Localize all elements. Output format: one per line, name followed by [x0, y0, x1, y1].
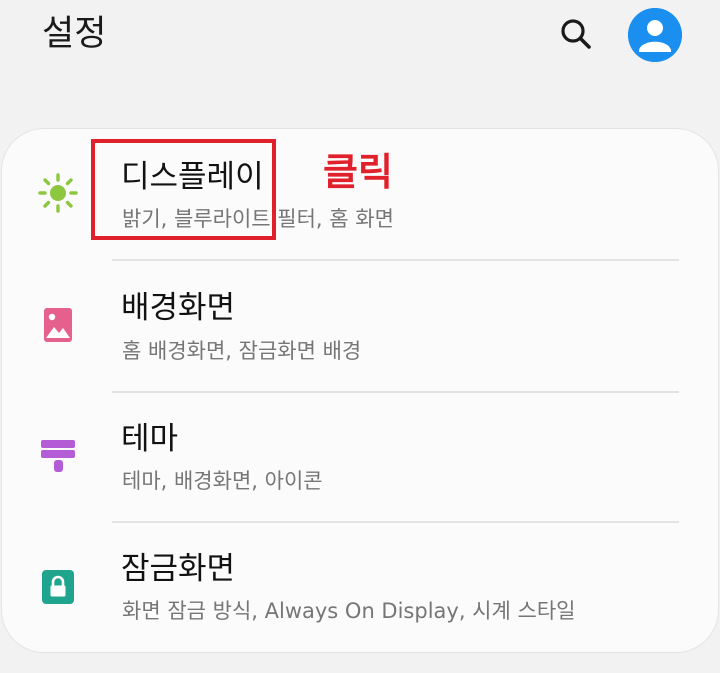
- settings-item-label: 배경화면: [121, 290, 236, 326]
- settings-item-subtitle: 홈 배경화면, 잠금화면 배경: [122, 339, 362, 363]
- account-circle-icon: [628, 8, 682, 62]
- page-title: 설정: [42, 14, 107, 54]
- settings-item-lockscreen[interactable]: 잠금화면 화면 잠금 방식, Always On Display, 시계 스타일: [2, 523, 718, 653]
- settings-item-subtitle: 테마, 배경화면, 아이콘: [122, 469, 323, 493]
- theme-brush-icon: [41, 440, 75, 472]
- account-button[interactable]: [628, 8, 682, 62]
- app-header: 설정: [0, 0, 720, 70]
- settings-item-theme[interactable]: 테마 테마, 배경화면, 아이콘: [2, 393, 718, 523]
- brightness-icon: [38, 173, 78, 213]
- settings-item-label: 잠금화면: [121, 551, 236, 587]
- lock-icon: [42, 570, 74, 604]
- settings-item-label: 테마: [121, 421, 179, 457]
- settings-item-label: 디스플레이: [121, 159, 264, 195]
- click-annotation: 클릭: [323, 150, 393, 194]
- settings-item-wallpaper[interactable]: 배경화면 홈 배경화면, 잠금화면 배경: [2, 261, 718, 391]
- search-button[interactable]: [556, 14, 596, 54]
- settings-item-subtitle: 밝기, 블루라이트 필터, 홈 화면: [122, 207, 394, 231]
- wallpaper-icon: [44, 308, 72, 342]
- settings-list: 디스플레이 밝기, 블루라이트 필터, 홈 화면 배경화면 홈 배경화면, 잠금…: [2, 129, 718, 652]
- settings-item-subtitle: 화면 잠금 방식, Always On Display, 시계 스타일: [122, 599, 576, 623]
- search-icon: [561, 19, 591, 49]
